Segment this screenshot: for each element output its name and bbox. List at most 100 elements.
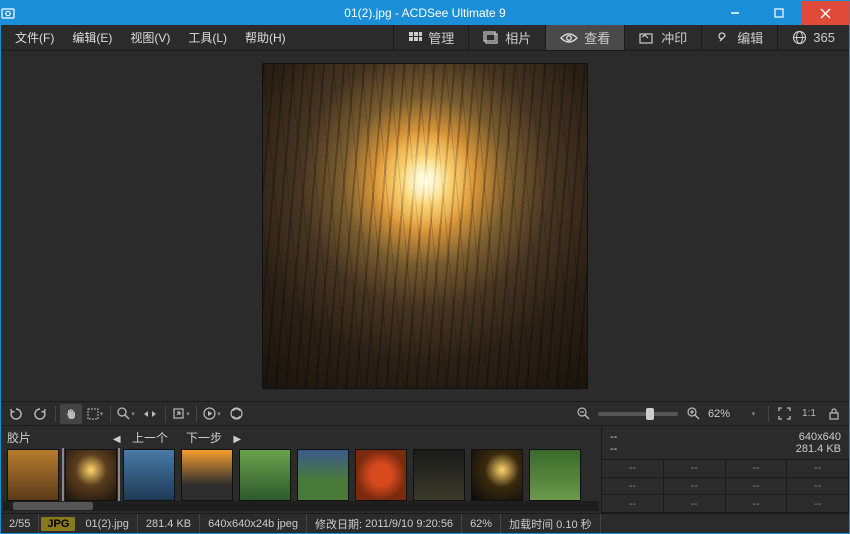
filmstrip-label: 胶片 xyxy=(7,429,31,446)
thumbnail[interactable] xyxy=(65,449,117,501)
info-cell: -- xyxy=(602,460,664,478)
mode-tab-develop[interactable]: 冲印 xyxy=(624,25,701,50)
info-value: -- xyxy=(610,443,718,455)
thumbnail[interactable] xyxy=(297,449,349,501)
separator xyxy=(55,406,56,422)
mode-tab-label: 管理 xyxy=(428,28,454,47)
mode-tab-view[interactable]: 查看 xyxy=(545,25,624,50)
status-format-badge: JPG xyxy=(41,517,75,531)
info-grid: -- -- -- -- -- -- -- -- -- -- -- -- xyxy=(602,460,849,513)
slideshow-button[interactable] xyxy=(201,404,223,424)
thumbnail[interactable] xyxy=(7,449,59,501)
filmstrip-area: 胶片 ◀ 上一个 下一步 ▶ xyxy=(1,425,849,513)
separator xyxy=(768,406,769,422)
info-filesize: 281.4 KB xyxy=(734,443,842,455)
app-window: 01(2).jpg - ACDSee Ultimate 9 文件(F) 编辑(E… xyxy=(0,0,850,534)
viewer-toolbar: 62% 1:1 xyxy=(1,401,849,425)
menu-help[interactable]: 帮助(H) xyxy=(237,26,294,49)
zoom-out-button[interactable] xyxy=(572,404,594,424)
rotate-left-button[interactable] xyxy=(5,404,27,424)
info-cell: -- xyxy=(602,495,664,513)
menu-edit[interactable]: 编辑(E) xyxy=(64,26,120,49)
status-loadtime: 加载时间 0.10 秒 xyxy=(501,514,601,533)
status-position: 2/55 xyxy=(1,514,39,533)
close-button[interactable] xyxy=(801,1,849,25)
maximize-button[interactable] xyxy=(757,1,801,25)
mode-tab-manage[interactable]: 管理 xyxy=(393,25,468,50)
image-viewer[interactable] xyxy=(1,51,849,401)
app-icon xyxy=(1,6,25,20)
info-cell: -- xyxy=(726,495,788,513)
status-dimensions: 640x640x24b jpeg xyxy=(200,514,307,533)
filmstrip-header: 胶片 ◀ 上一个 下一步 ▶ xyxy=(1,426,601,448)
info-cell: -- xyxy=(787,495,849,513)
wrench-icon xyxy=(716,30,731,45)
external-tool-button[interactable] xyxy=(170,404,192,424)
zoom-slider[interactable] xyxy=(598,412,678,416)
autoplay-button[interactable] xyxy=(225,404,247,424)
mode-tab-365[interactable]: 365 xyxy=(777,25,849,50)
menu-tools[interactable]: 工具(L) xyxy=(180,26,235,49)
menu-file[interactable]: 文件(F) xyxy=(7,26,62,49)
prev-button[interactable]: 上一个 xyxy=(128,431,172,445)
mode-tab-photos[interactable]: 相片 xyxy=(468,25,545,50)
thumbnail[interactable] xyxy=(529,449,581,501)
lock-zoom-button[interactable] xyxy=(823,404,845,424)
menu-bar: 文件(F) 编辑(E) 视图(V) 工具(L) 帮助(H) 管理 相片 xyxy=(1,25,849,51)
zoom-dropdown[interactable] xyxy=(742,404,764,424)
grid-icon xyxy=(408,31,422,45)
info-cell: -- xyxy=(664,478,726,496)
rotate-right-button[interactable] xyxy=(29,404,51,424)
info-cell: -- xyxy=(664,460,726,478)
prev-arrow-icon[interactable]: ◀ xyxy=(109,434,125,445)
develop-icon xyxy=(639,31,655,45)
title-bar[interactable]: 01(2).jpg - ACDSee Ultimate 9 xyxy=(1,1,849,25)
mode-tab-label: 查看 xyxy=(584,28,610,47)
thumbnail[interactable] xyxy=(123,449,175,501)
thumbnail[interactable] xyxy=(471,449,523,501)
status-modified: 修改日期: 2011/9/10 9:20:56 xyxy=(307,514,462,533)
separator xyxy=(110,406,111,422)
select-tool-button[interactable] xyxy=(84,404,106,424)
mode-tab-edit[interactable]: 编辑 xyxy=(701,25,777,50)
thumbnail[interactable] xyxy=(181,449,233,501)
next-button[interactable]: 下一步 xyxy=(182,431,226,445)
pan-tool-button[interactable] xyxy=(60,404,82,424)
next-arrow-icon[interactable]: ▶ xyxy=(229,434,245,445)
filmstrip[interactable] xyxy=(1,448,601,501)
info-cell: -- xyxy=(726,478,788,496)
zoom-tool-button[interactable] xyxy=(115,404,137,424)
thumbnail[interactable] xyxy=(355,449,407,501)
info-cell: -- xyxy=(787,478,849,496)
thumbnail[interactable] xyxy=(413,449,465,501)
info-panel: -- -- 640x640 281.4 KB -- -- -- -- -- --… xyxy=(601,426,849,513)
zoom-percent-label: 62% xyxy=(708,408,738,420)
content-area: 62% 1:1 胶片 ◀ 上一个 下一步 xyxy=(1,51,849,513)
status-zoom: 62% xyxy=(462,514,501,533)
info-value: -- xyxy=(610,431,718,443)
info-cell: -- xyxy=(787,460,849,478)
mode-tab-label: 相片 xyxy=(505,28,531,47)
status-filename: 01(2).jpg xyxy=(77,514,137,533)
main-image xyxy=(262,63,588,389)
thumbnail[interactable] xyxy=(239,449,291,501)
status-bar: 2/55 JPG 01(2).jpg 281.4 KB 640x640x24b … xyxy=(1,513,849,533)
fullscreen-button[interactable] xyxy=(773,404,795,424)
filmstrip-scrollbar[interactable] xyxy=(3,501,599,511)
globe-icon xyxy=(792,30,807,45)
eye-icon xyxy=(560,32,578,44)
zoom-in-button[interactable] xyxy=(682,404,704,424)
separator xyxy=(165,406,166,422)
info-cell: -- xyxy=(664,495,726,513)
status-filesize: 281.4 KB xyxy=(138,514,200,533)
separator xyxy=(196,406,197,422)
info-dimensions: 640x640 xyxy=(734,431,842,443)
photos-icon xyxy=(483,31,499,45)
minimize-button[interactable] xyxy=(713,1,757,25)
actual-size-button[interactable]: 1:1 xyxy=(797,404,821,424)
mode-tab-label: 365 xyxy=(813,30,835,45)
mode-tab-label: 冲印 xyxy=(661,28,687,47)
info-cell: -- xyxy=(602,478,664,496)
fit-width-button[interactable] xyxy=(139,404,161,424)
menu-view[interactable]: 视图(V) xyxy=(122,26,178,49)
